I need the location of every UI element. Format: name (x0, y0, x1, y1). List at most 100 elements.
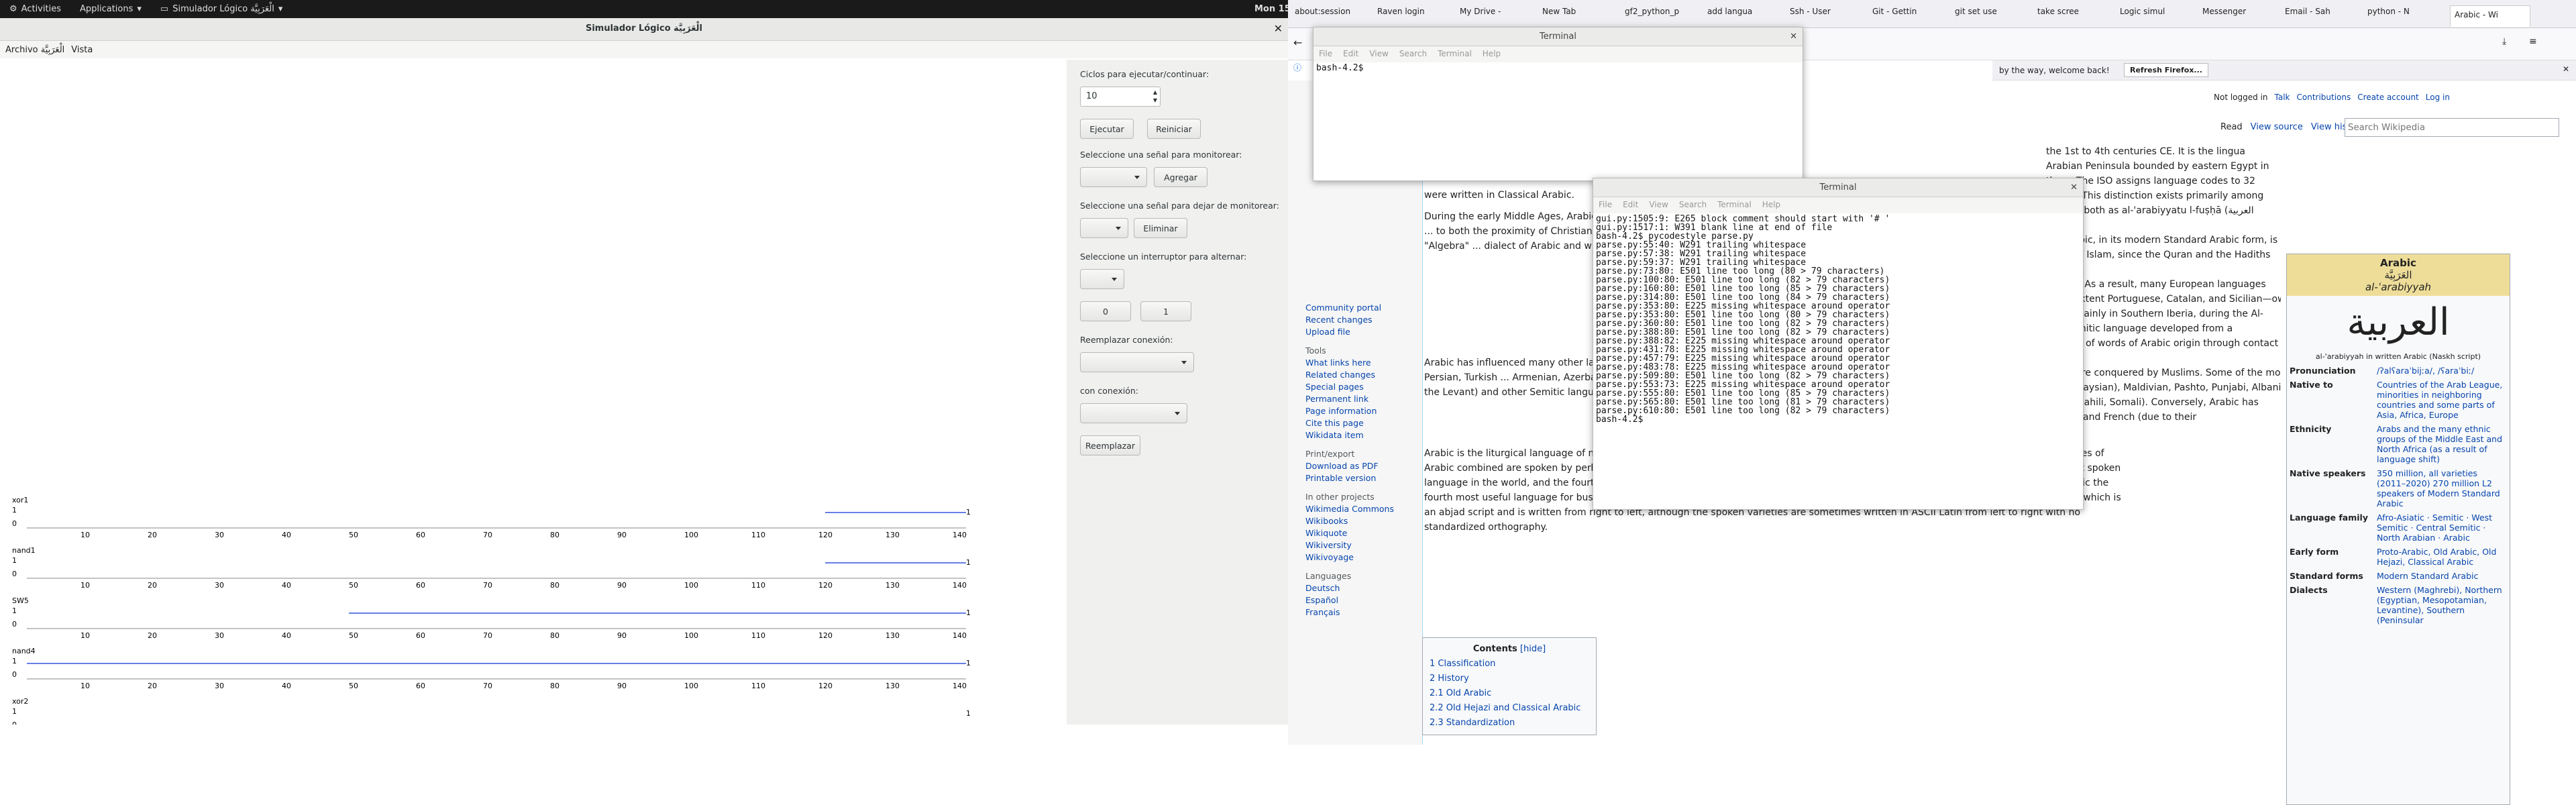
browser-tab[interactable]: python - N (2367, 7, 2448, 16)
stepper-arrows-icon[interactable]: ▲ ▼ (1153, 89, 1157, 105)
view-tab[interactable]: Read (2220, 122, 2243, 132)
close-icon[interactable]: ✕ (1790, 28, 1797, 46)
cycles-spinbox[interactable]: 10 ▲ ▼ (1080, 87, 1161, 107)
window-app-menu[interactable]: ▭ Simulador Lógico الْعَرَبِيَّة ▾ (151, 4, 292, 14)
user-link[interactable]: Not logged in (2214, 93, 2268, 102)
browser-tab[interactable]: Email - Sah (2285, 7, 2365, 16)
toc-item[interactable]: 2 History (1430, 672, 1589, 686)
browser-tab[interactable]: New Tab (1542, 7, 1623, 16)
signal-traces: xor11010 20 30 40 50 60 70 80 90 100 110 120 130 1401… (12, 496, 971, 741)
sidebar-link[interactable]: Permanent link (1305, 393, 1394, 405)
browser-tab[interactable]: Ssh - User (1790, 7, 1870, 16)
terminal-title-bar: Terminal ✕ (1593, 178, 2083, 197)
toc-item[interactable]: 2.2 Old Hejazi and Classical Arabic (1430, 701, 1589, 716)
browser-tab[interactable]: Raven login (1377, 7, 1458, 16)
terminal-menu-item[interactable]: Terminal (1438, 49, 1472, 60)
browser-tab[interactable]: Logic simul (2120, 7, 2200, 16)
remove-button[interactable]: Eliminar (1134, 218, 1187, 238)
view-tab[interactable]: View source (2251, 122, 2303, 132)
browser-tab[interactable]: Messenger (2202, 7, 2283, 16)
replace-button[interactable]: Reemplazar (1080, 435, 1140, 455)
sidebar-link[interactable]: What links here (1305, 357, 1394, 369)
browser-tab[interactable]: about:session (1295, 7, 1375, 16)
signal-trace-canvas[interactable]: xor1 1 0 10 20 30 40 50 60 70 80 90 100 110 120 130 140 1… (0, 60, 1067, 741)
switch-zero-button[interactable]: 0 (1080, 301, 1131, 321)
switch-one-button[interactable]: 1 (1140, 301, 1191, 321)
sidebar-link[interactable]: Wikimedia Commons (1305, 503, 1394, 515)
user-link[interactable]: Contributions (2297, 93, 2351, 102)
sidebar-link[interactable]: Deutsch (1305, 582, 1394, 594)
sidebar-link[interactable]: Cite this page (1305, 417, 1394, 429)
toc-item[interactable]: 2.1 Old Arabic (1430, 686, 1589, 701)
sidebar-link[interactable]: Wikidata item (1305, 429, 1394, 441)
user-link[interactable]: Log in (2426, 93, 2450, 102)
close-icon[interactable]: ✕ (2070, 178, 2078, 197)
with-label: con conexión: (1080, 386, 1138, 396)
menu-file[interactable]: Archivo الْعَرَبِيَّة (5, 45, 64, 55)
sidebar-link[interactable]: Related changes (1305, 369, 1394, 381)
switch-select[interactable] (1080, 269, 1124, 289)
sidebar-link[interactable]: Wikiversity (1305, 539, 1394, 551)
browser-tab[interactable]: git set use (1955, 7, 2035, 16)
terminal-menu-item[interactable]: View (1649, 200, 1668, 211)
sidebar-link[interactable]: Recent changes (1305, 314, 1394, 326)
add-button[interactable]: Agregar (1154, 167, 1208, 187)
terminal-menu-item[interactable]: Search (1399, 49, 1427, 60)
sidebar-link[interactable]: Printable version (1305, 472, 1394, 484)
unmonitor-select[interactable] (1080, 218, 1128, 238)
close-icon[interactable]: ✕ (1274, 22, 1283, 35)
sidebar-link[interactable]: Español (1305, 594, 1394, 606)
terminal-menu-item[interactable]: Search (1679, 200, 1707, 211)
sidebar-link[interactable]: Wikibooks (1305, 515, 1394, 527)
browser-tab[interactable]: Git - Gettin (1872, 7, 1953, 16)
activities-button[interactable]: ⚙ Activities (0, 4, 70, 14)
gnome-icon: ⚙ (9, 4, 17, 14)
terminal-menu-item[interactable]: Edit (1343, 49, 1358, 60)
sidebar-link[interactable]: Page information (1305, 405, 1394, 417)
tick-label: 120 (818, 581, 833, 590)
back-icon[interactable]: ← (1293, 36, 1302, 49)
wiki-search-input[interactable] (2345, 118, 2559, 137)
menu-icon[interactable]: ≡ (2529, 36, 2537, 47)
refresh-firefox-button[interactable]: Refresh Firefox... (2124, 63, 2208, 77)
toc-item[interactable]: 2.3 Standardization (1430, 716, 1589, 731)
replace-select[interactable] (1080, 352, 1194, 372)
terminal-menu-item[interactable]: Terminal (1717, 200, 1752, 211)
browser-tab[interactable]: take scree (2037, 7, 2118, 16)
sidebar-link[interactable]: Special pages (1305, 381, 1394, 393)
reset-button[interactable]: Reiniciar (1147, 119, 1201, 139)
signal-name: nand4 (12, 647, 36, 655)
close-icon[interactable]: ✕ (2563, 64, 2569, 74)
applications-menu[interactable]: Applications ▾ (70, 4, 151, 14)
user-link[interactable]: Talk (2275, 93, 2290, 102)
browser-tab[interactable]: Arabic - Wi (2450, 5, 2530, 27)
infobox-arabic: العَرَبِيَّة (2384, 269, 2412, 281)
terminal-window-1[interactable]: Terminal ✕ File Edit View Search Terminal Help… (1313, 27, 1803, 181)
with-select[interactable] (1080, 403, 1187, 423)
monitor-select[interactable] (1080, 167, 1147, 187)
terminal-menu-item[interactable]: Help (1762, 200, 1780, 211)
terminal-menu-item[interactable]: File (1319, 49, 1332, 60)
sidebar-link[interactable]: Wikiquote (1305, 527, 1394, 539)
terminal-menu-item[interactable]: Help (1483, 49, 1501, 60)
browser-tab[interactable]: gf2_python_p (1625, 7, 1705, 16)
toc-item[interactable]: 1 Classification (1430, 657, 1589, 672)
sidebar-link[interactable]: Français (1305, 606, 1394, 619)
sidebar-link[interactable]: Download as PDF (1305, 460, 1394, 472)
user-link[interactable]: Create account (2357, 93, 2419, 102)
browser-tab[interactable]: My Drive - (1460, 7, 1540, 16)
download-icon[interactable]: ⤓ (2502, 36, 2506, 47)
terminal-window-2[interactable]: Terminal ✕ File Edit View Search Terminal Help… (1593, 178, 2084, 510)
sidebar-link[interactable]: Upload file (1305, 326, 1394, 338)
terminal-menu-item[interactable]: View (1369, 49, 1388, 60)
toc-hide-link[interactable]: [hide] (1517, 644, 1546, 654)
menu-view[interactable]: Vista (71, 45, 93, 55)
terminal-menu-item[interactable]: Edit (1623, 200, 1638, 211)
run-button[interactable]: Ejecutar (1080, 119, 1134, 139)
terminal-output[interactable]: bash-4.2$ (1313, 62, 1803, 74)
sidebar-link[interactable]: Community portal (1305, 302, 1394, 314)
terminal-output[interactable]: gui.py:1505:9: E265 block comment should… (1593, 213, 2083, 425)
terminal-menu-item[interactable]: File (1599, 200, 1612, 211)
sidebar-link[interactable]: Wikivoyage (1305, 551, 1394, 564)
browser-tab[interactable]: add langua (1707, 7, 1788, 16)
